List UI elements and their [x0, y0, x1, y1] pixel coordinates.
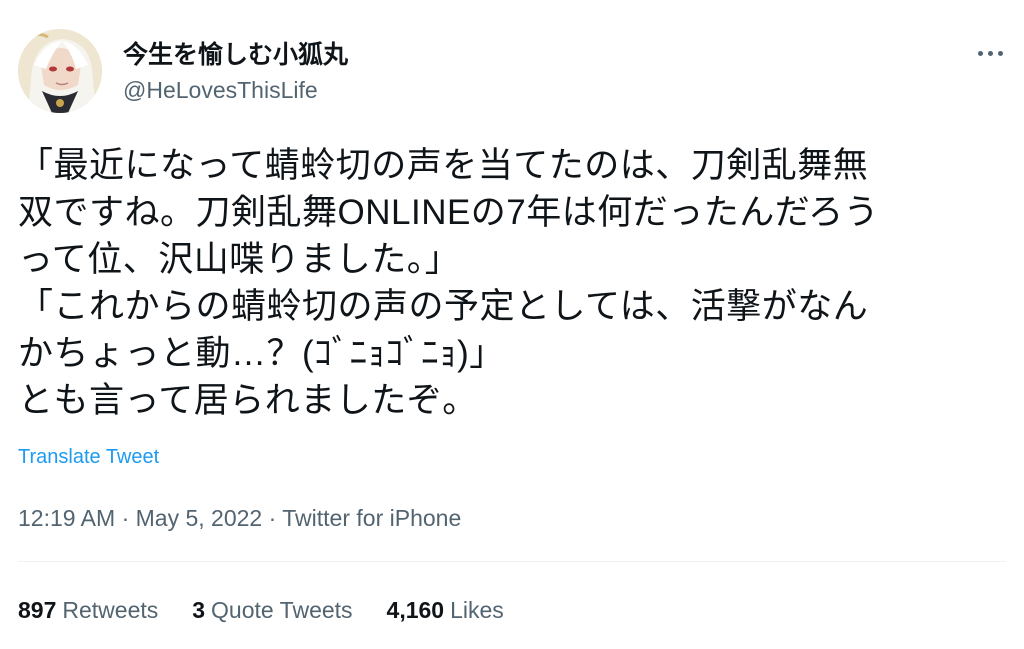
divider [18, 561, 1006, 562]
more-dot-icon [997, 50, 1003, 56]
translate-tweet-link[interactable]: Translate Tweet [18, 445, 159, 469]
quotes-count: 3 [192, 597, 206, 623]
tweet-text: 「最近になって蜻蛉切の声を当てたのは、刀剣乱舞無 双ですね。刀剣乱舞ONLINE… [18, 146, 880, 420]
display-name[interactable]: 今生を愉しむ小狐丸 [123, 40, 348, 70]
more-dot-icon [987, 50, 993, 56]
avatar[interactable] [18, 29, 102, 113]
more-options-button[interactable] [968, 38, 1012, 68]
likes-stat[interactable]: 4,160 Likes [387, 596, 504, 624]
quote-tweets-stat[interactable]: 3 Quote Tweets [192, 596, 352, 624]
tweet-date[interactable]: May 5, 2022 [136, 505, 263, 531]
tweet-source[interactable]: Twitter for iPhone [282, 505, 461, 531]
tweet-stats: 897 Retweets 3 Quote Tweets 4,160 Likes [18, 596, 504, 624]
user-handle[interactable]: @HeLovesThisLife [123, 76, 318, 104]
retweets-count: 897 [18, 597, 57, 623]
quotes-label: Quote Tweets [211, 597, 353, 623]
meta-separator: · [268, 505, 277, 531]
avatar-image [18, 29, 102, 113]
tweet-time[interactable]: 12:19 AM [18, 505, 115, 531]
likes-count: 4,160 [386, 597, 445, 623]
tweet-card: 今生を愉しむ小狐丸 @HeLovesThisLife 「最近になって蜻蛉切の声を… [0, 0, 1024, 649]
meta-separator: · [121, 505, 130, 531]
retweets-stat[interactable]: 897 Retweets [18, 596, 158, 624]
retweets-label: Retweets [62, 597, 159, 623]
tweet-meta: 12:19 AM · May 5, 2022 · Twitter for iPh… [18, 504, 461, 532]
likes-label: Likes [450, 597, 504, 623]
more-dot-icon [977, 50, 983, 56]
